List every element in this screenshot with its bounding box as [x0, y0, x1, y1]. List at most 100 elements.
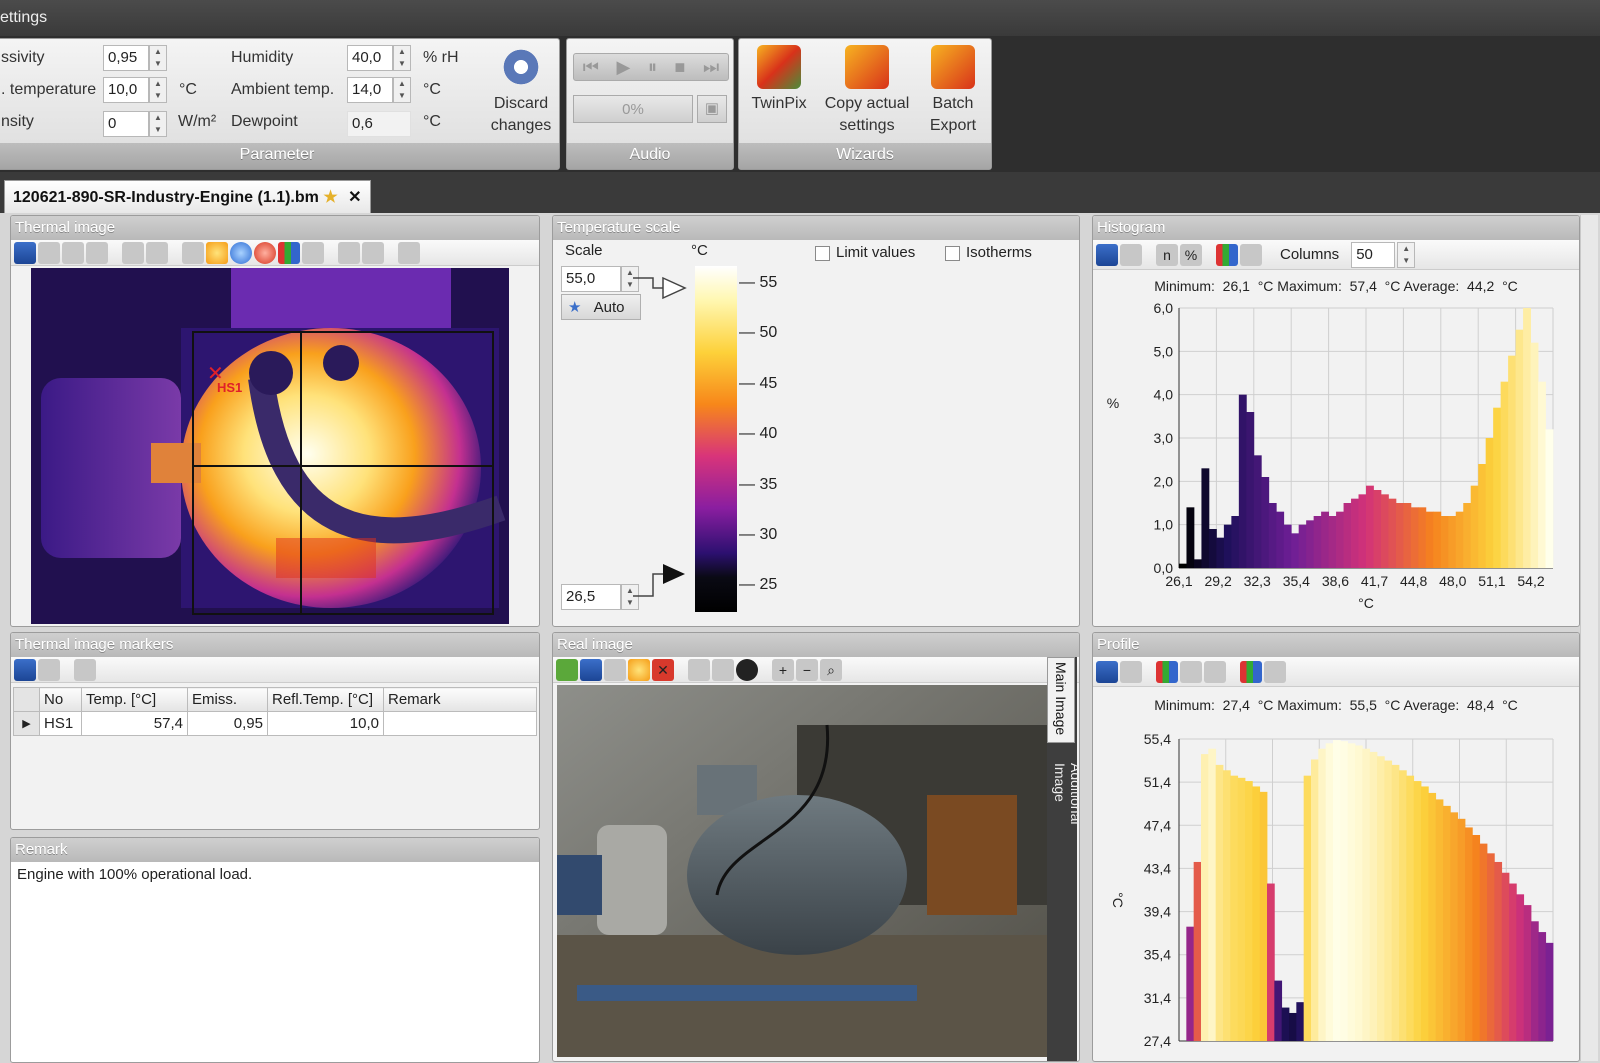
- emissivity-field[interactable]: 0,95: [103, 45, 149, 71]
- grid-icon[interactable]: [398, 241, 420, 264]
- hotspot-icon[interactable]: [206, 241, 228, 264]
- col-temp[interactable]: Temp. [°C]: [81, 687, 188, 712]
- histogram-bar: [1523, 308, 1531, 568]
- isotherms-box[interactable]: [945, 245, 960, 261]
- row-selector-icon[interactable]: ▶: [13, 711, 40, 736]
- col-emiss[interactable]: Emiss.: [187, 687, 268, 712]
- humidity-field[interactable]: 40,0: [347, 45, 393, 71]
- bar-chart-icon[interactable]: [1156, 660, 1178, 683]
- hotspot-marker-label[interactable]: HS1: [217, 380, 242, 395]
- save-icon[interactable]: [1096, 243, 1118, 266]
- thermal-image-canvas[interactable]: ✕ HS1: [31, 268, 509, 624]
- copy-icon[interactable]: [38, 241, 60, 264]
- intensity-field[interactable]: 0: [103, 111, 149, 137]
- real-image-photo[interactable]: [557, 685, 1047, 1057]
- play-icon[interactable]: ▶: [617, 57, 631, 78]
- forward-icon[interactable]: ⏭: [703, 57, 719, 78]
- col-remark[interactable]: Remark: [383, 687, 537, 712]
- copy-settings-button[interactable]: Copy actual settings: [817, 45, 917, 137]
- delete-marker-icon[interactable]: [74, 658, 96, 681]
- tab-main-image[interactable]: Main Image: [1047, 657, 1075, 743]
- contrast-icon[interactable]: [736, 658, 758, 681]
- favorite-star-icon[interactable]: ★: [323, 189, 337, 206]
- table-row[interactable]: ▶ HS1 57,4 0,95 10,0: [13, 711, 537, 736]
- zoom-in-icon[interactable]: +: [772, 658, 794, 681]
- histogram-icon[interactable]: [278, 241, 300, 264]
- remark-text[interactable]: Engine with 100% operational load.: [11, 862, 539, 887]
- copy-icon[interactable]: [1120, 660, 1142, 683]
- zoom-out-icon[interactable]: −: [796, 658, 818, 681]
- measure-point-icon[interactable]: [254, 241, 276, 264]
- pause-icon[interactable]: ⏸: [648, 57, 657, 78]
- cell-no[interactable]: HS1: [39, 711, 82, 736]
- area-chart-icon[interactable]: [1204, 660, 1226, 683]
- line-chart-icon[interactable]: [1180, 660, 1202, 683]
- color-palette-icon[interactable]: [1216, 243, 1238, 266]
- tab-additional-image[interactable]: Additional Image: [1047, 743, 1079, 871]
- ambient-temp-field[interactable]: 14,0: [347, 77, 393, 103]
- delete-icon[interactable]: ✕: [652, 658, 674, 681]
- scale-max-field[interactable]: 55,0: [561, 266, 621, 292]
- zoom-fit-icon[interactable]: ⌕: [820, 658, 842, 681]
- open-image-icon[interactable]: [556, 658, 578, 681]
- limit-values-box[interactable]: [815, 245, 830, 261]
- twinpix-button[interactable]: TwinPix: [747, 45, 811, 115]
- grid-icon[interactable]: [1240, 243, 1262, 266]
- save-icon[interactable]: [580, 658, 602, 681]
- cell-remark[interactable]: [383, 711, 537, 736]
- cell-temp[interactable]: 57,4: [81, 711, 188, 736]
- grid-icon[interactable]: [1264, 660, 1286, 683]
- rewind-icon[interactable]: ⏮: [583, 57, 599, 78]
- discard-changes-button[interactable]: Discard changes: [481, 45, 561, 137]
- rotate-right-icon[interactable]: [712, 658, 734, 681]
- col-no[interactable]: No: [39, 687, 82, 712]
- row-header-corner: [13, 687, 40, 712]
- document-tab[interactable]: 120621-890-SR-Industry-Engine (1.1).bm ★…: [4, 180, 371, 213]
- save-icon[interactable]: [1096, 660, 1118, 683]
- percent-mode-icon[interactable]: %: [1180, 243, 1202, 266]
- stop-icon[interactable]: ■: [675, 57, 686, 78]
- rotate-left-icon[interactable]: [122, 241, 144, 264]
- save-icon[interactable]: [14, 658, 36, 681]
- coldspot-icon[interactable]: [230, 241, 252, 264]
- batch-export-button[interactable]: Batch Export: [921, 45, 985, 137]
- audio-save-icon[interactable]: ▣: [697, 95, 727, 123]
- save-icon[interactable]: [14, 241, 36, 264]
- histogram-bar: [1261, 477, 1270, 568]
- copy-icon[interactable]: [38, 658, 60, 681]
- histogram-bar: [1403, 503, 1412, 568]
- rotate-left-icon[interactable]: [688, 658, 710, 681]
- crop-icon[interactable]: [86, 241, 108, 264]
- copy-icon[interactable]: [1120, 243, 1142, 266]
- profile-area-segment: [1274, 980, 1283, 1041]
- intensity-spinner[interactable]: ▲ ▼: [149, 111, 167, 137]
- rotate-right-icon[interactable]: [146, 241, 168, 264]
- vertical-scrollbar[interactable]: [1580, 215, 1598, 1061]
- close-icon[interactable]: ✕: [348, 189, 361, 206]
- scale-min-field[interactable]: 26,5: [561, 584, 621, 610]
- col-refl-temp[interactable]: Refl.Temp. [°C]: [267, 687, 384, 712]
- columns-field[interactable]: 50: [1351, 241, 1396, 268]
- copy-icon[interactable]: [604, 658, 626, 681]
- limit-values-checkbox[interactable]: Limit values: [815, 244, 915, 261]
- isotherms-checkbox[interactable]: Isotherms: [945, 244, 1032, 261]
- auto-scale-button[interactable]: ★ Auto: [561, 294, 641, 320]
- scale-tick-label: — 50: [739, 324, 778, 342]
- humidity-spinner[interactable]: ▲ ▼: [393, 45, 411, 71]
- ambient-temp-spinner[interactable]: ▲ ▼: [393, 77, 411, 103]
- cell-emiss[interactable]: 0,95: [187, 711, 268, 736]
- columns-spinner[interactable]: ▲ ▼: [1397, 241, 1416, 268]
- select-area-icon[interactable]: [338, 241, 360, 264]
- intensity-unit: W/m²: [178, 113, 217, 130]
- color-palette-icon[interactable]: [1240, 660, 1262, 683]
- paste-icon[interactable]: [628, 658, 650, 681]
- paste-icon[interactable]: [62, 241, 84, 264]
- emissivity-spinner[interactable]: ▲ ▼: [149, 45, 167, 71]
- cell-refl-temp[interactable]: 10,0: [267, 711, 384, 736]
- reflected-temp-spinner[interactable]: ▲ ▼: [149, 77, 167, 103]
- reflected-temp-field[interactable]: 10,0: [103, 77, 149, 103]
- profile-line-icon[interactable]: [302, 241, 324, 264]
- thermometer-icon[interactable]: [182, 241, 204, 264]
- delete-marker-icon[interactable]: [362, 241, 384, 264]
- count-mode-icon[interactable]: n: [1156, 243, 1178, 266]
